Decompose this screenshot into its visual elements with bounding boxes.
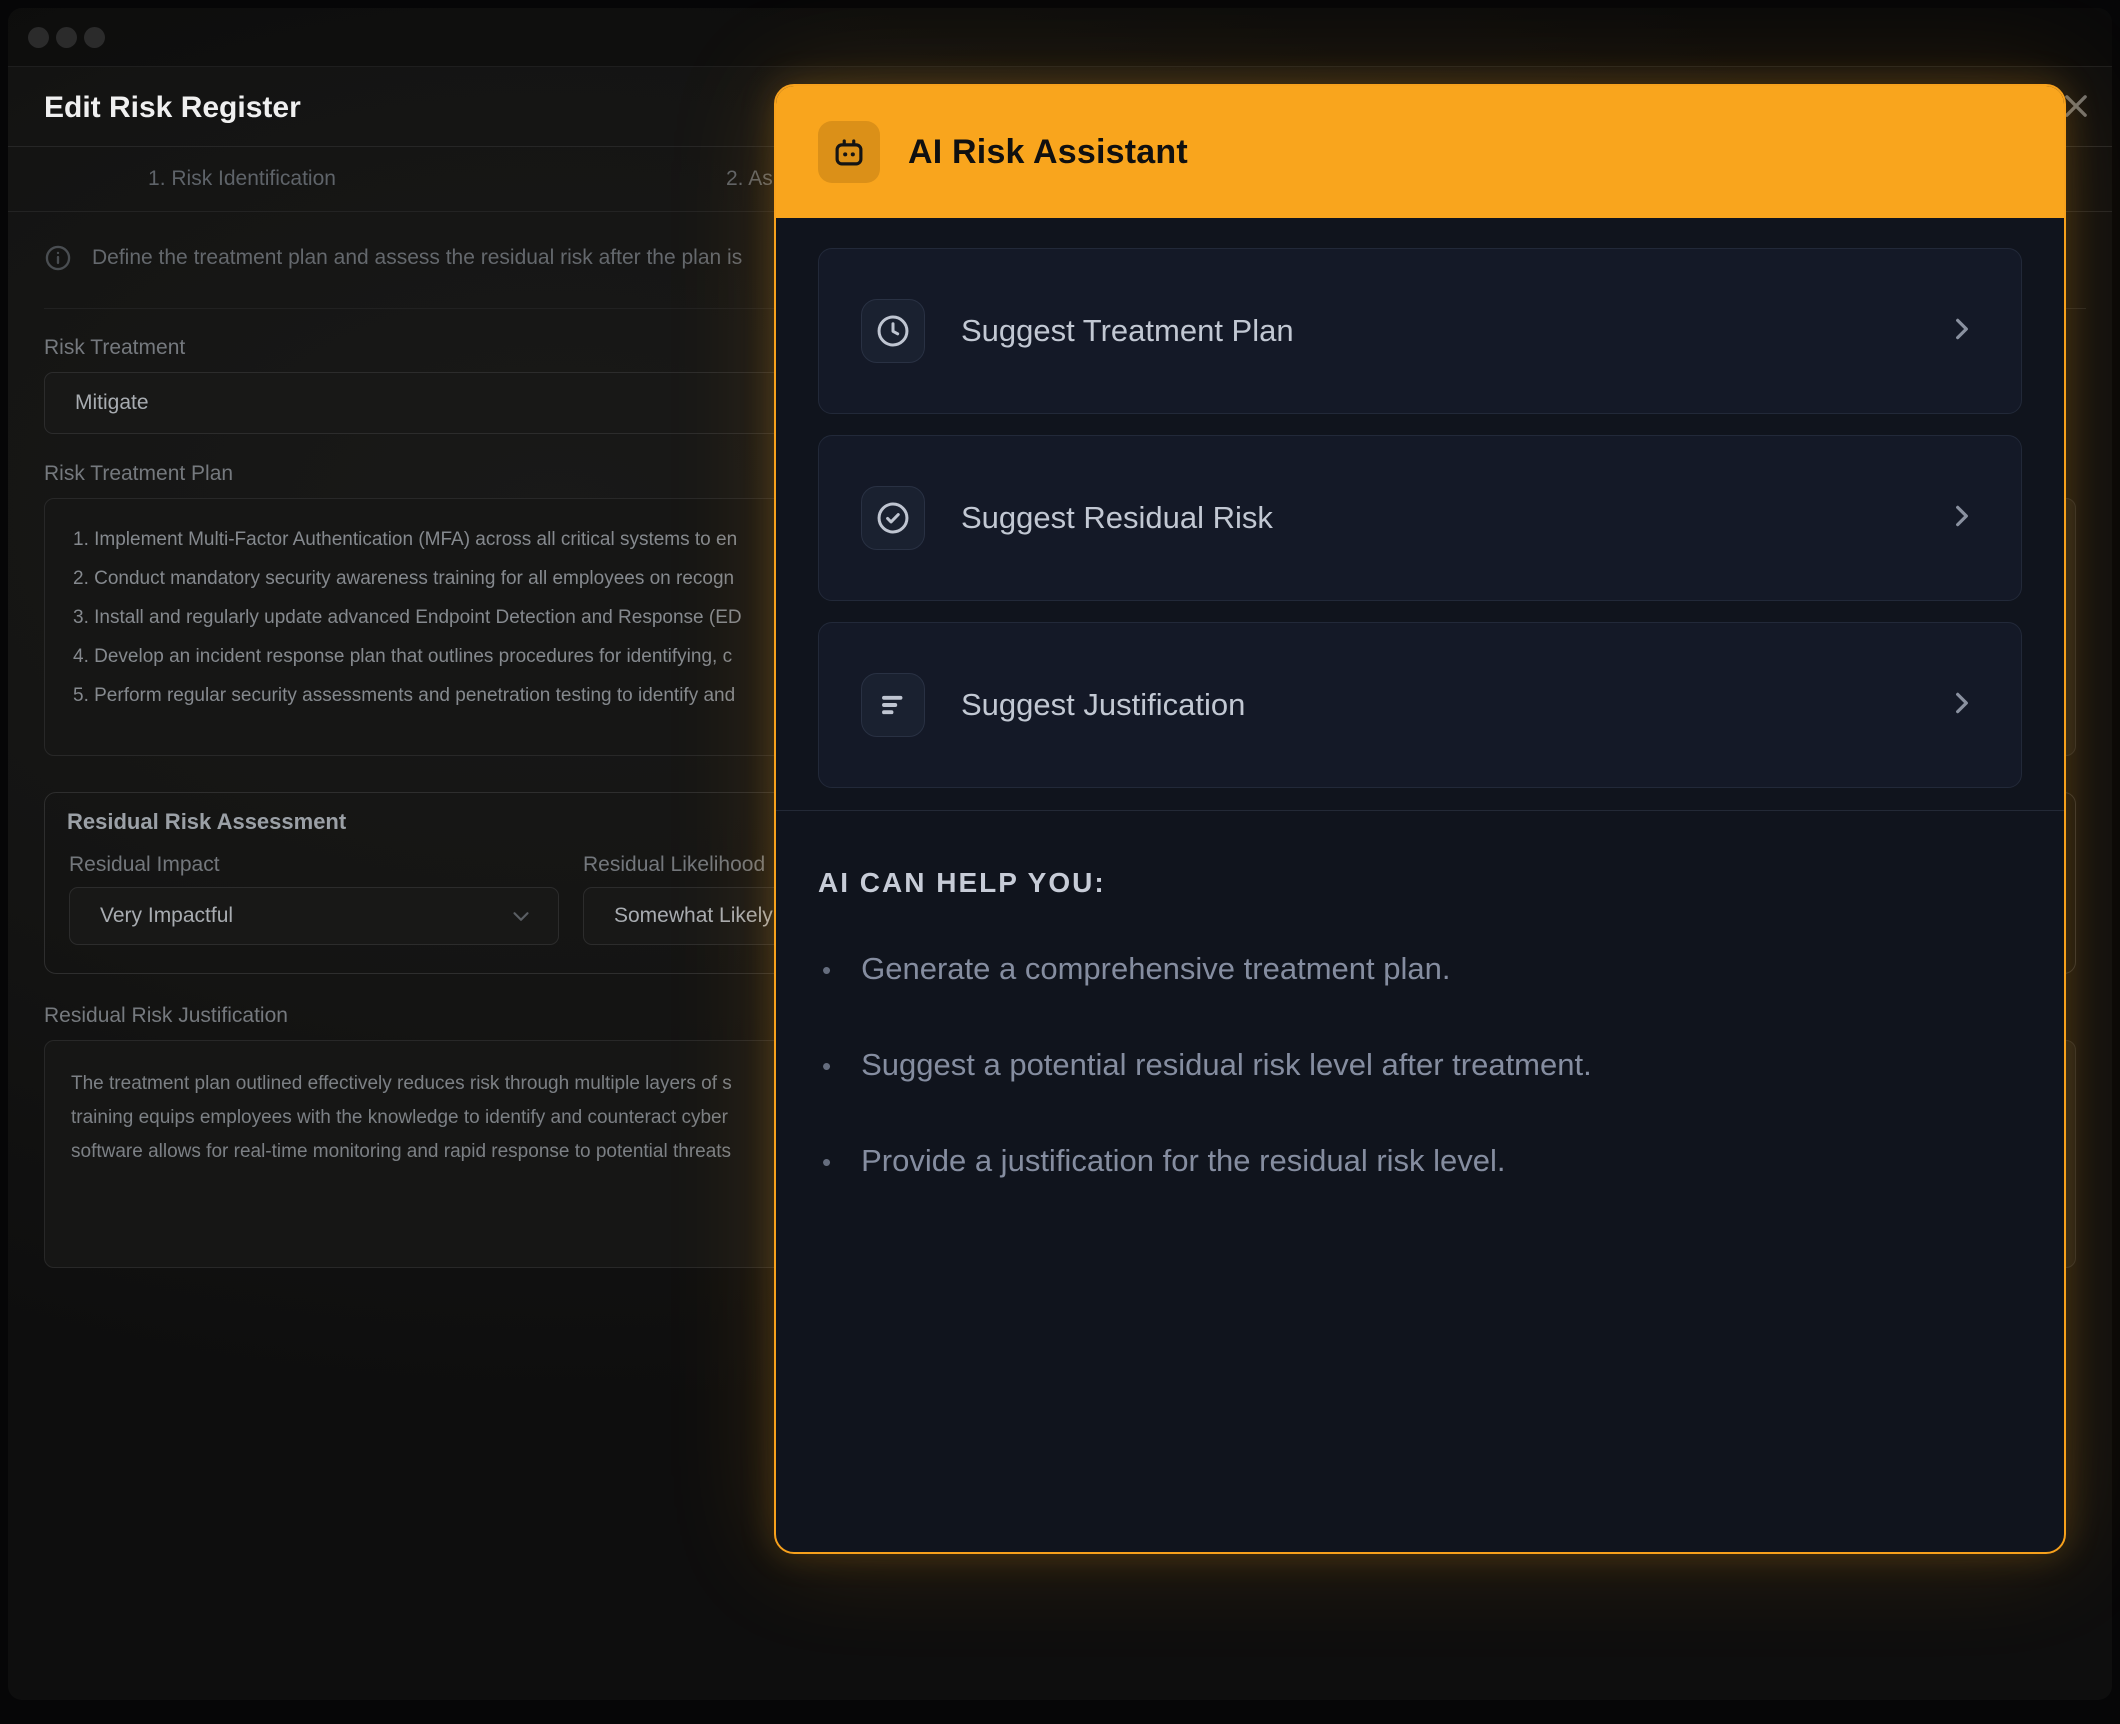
tab-assessment[interactable]: 2. As [726,147,773,211]
action-icon-tile [861,486,925,550]
ai-risk-assistant-modal: AI Risk Assistant Suggest Treatment Plan… [774,84,2066,1554]
check-circle-icon [877,502,909,534]
residual-section-heading: Residual Risk Assessment [67,809,347,834]
info-text: Define the treatment plan and assess the… [92,246,743,269]
residual-impact-value: Very Impactful [100,904,234,927]
info-banner: Define the treatment plan and assess the… [44,244,742,272]
modal-header: AI Risk Assistant [776,86,2064,218]
chevron-down-icon [513,912,529,921]
residual-impact-label: Residual Impact [69,853,220,876]
bullet-icon: • [822,1147,832,1177]
list-item: • Provide a justification for the residu… [818,1143,2022,1179]
page-title: Edit Risk Register [44,91,301,124]
ai-help-section: AI CAN HELP YOU: • Generate a comprehens… [818,867,2022,1179]
action-label: Suggest Residual Risk [961,500,1273,535]
align-left-icon [882,695,903,715]
suggest-justification-button[interactable]: Suggest Justification [818,622,2022,788]
suggest-residual-risk-button[interactable]: Suggest Residual Risk [818,435,2022,601]
chevron-right-icon [1945,500,1977,537]
bot-icon-tile [818,121,880,183]
divider [776,810,2064,811]
suggest-treatment-plan-button[interactable]: Suggest Treatment Plan [818,248,2022,414]
risk-treatment-plan-label: Risk Treatment Plan [44,462,234,485]
ai-help-list: • Generate a comprehensive treatment pla… [818,951,2022,1179]
modal-title: AI Risk Assistant [908,132,1188,171]
residual-impact-select[interactable]: Very Impactful [69,887,559,945]
bullet-text: Generate a comprehensive treatment plan. [861,951,1451,986]
chevron-right-icon [1945,313,1977,350]
window-titlebar [8,8,2112,67]
robot-icon [835,139,863,166]
bullet-icon: • [822,1051,832,1081]
traffic-light-icon[interactable] [28,27,49,48]
residual-likelihood-label: Residual Likelihood [583,853,766,876]
chevron-right-icon [1945,687,1977,724]
action-label: Suggest Treatment Plan [961,313,1294,348]
residual-justification-label: Residual Risk Justification [44,1004,288,1027]
tab-risk-identification[interactable]: 1. Risk Identification [147,147,337,211]
traffic-light-icon[interactable] [56,27,77,48]
action-icon-tile [861,673,925,737]
action-icon-tile [861,299,925,363]
clock-icon [877,315,909,347]
list-item: • Generate a comprehensive treatment pla… [818,951,2022,987]
bullet-icon: • [822,955,832,985]
list-item: • Suggest a potential residual risk leve… [818,1047,2022,1083]
ai-help-heading: AI CAN HELP YOU: [818,867,1106,898]
bullet-text: Provide a justification for the residual… [861,1143,1506,1178]
bullet-text: Suggest a potential residual risk level … [861,1047,1592,1082]
traffic-light-icon[interactable] [84,27,105,48]
action-label: Suggest Justification [961,687,1246,722]
modal-body: Suggest Treatment Plan Suggest Residual … [776,218,2064,1179]
info-icon [45,245,71,271]
risk-treatment-label: Risk Treatment [44,336,186,359]
